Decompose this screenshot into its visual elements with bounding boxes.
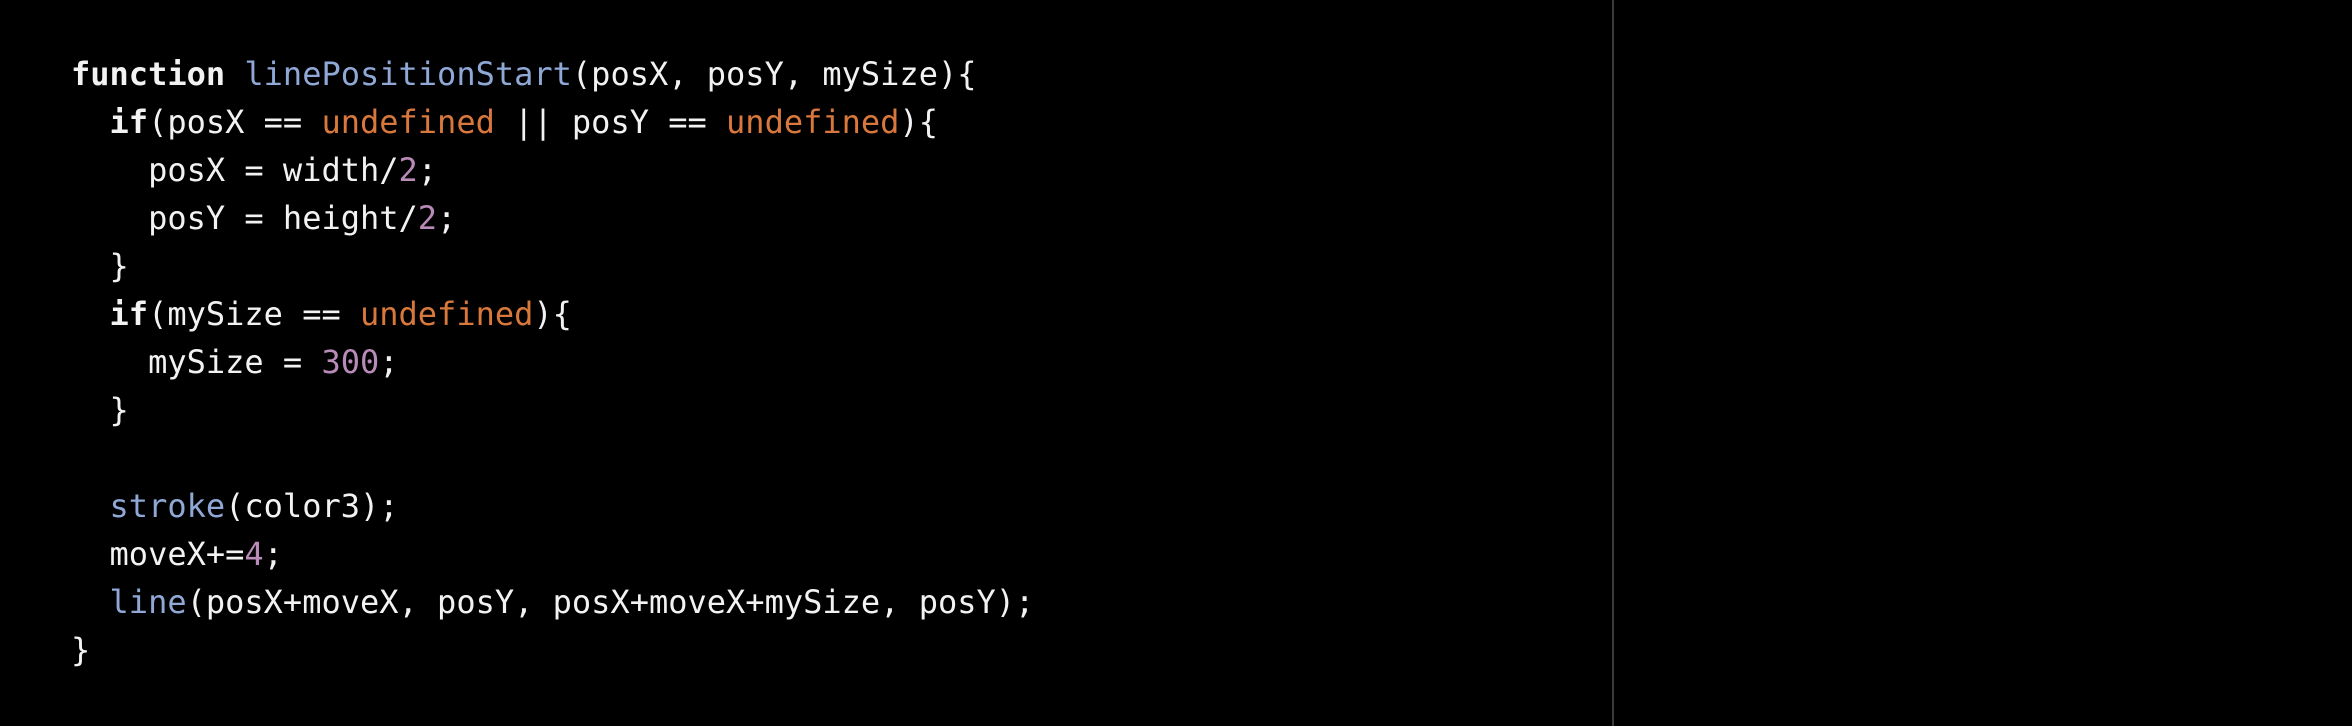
code-token: mySize = bbox=[71, 343, 322, 381]
code-block[interactable]: function linePositionStart(posX, posY, m… bbox=[71, 50, 1612, 674]
number-token: 2 bbox=[398, 151, 418, 189]
code-token: } bbox=[71, 631, 91, 669]
function-token: linePositionStart bbox=[244, 55, 572, 93]
code-line: posY = height/2; bbox=[71, 194, 1612, 242]
code-token: posY = height/ bbox=[71, 199, 418, 237]
code-line: } bbox=[71, 626, 1612, 674]
code-line: moveX+=4; bbox=[71, 530, 1612, 578]
code-token: ; bbox=[437, 199, 457, 237]
code-token: (posX == bbox=[148, 103, 322, 141]
code-token: (color3); bbox=[225, 487, 399, 525]
code-editor[interactable]: function linePositionStart(posX, posY, m… bbox=[0, 0, 1612, 726]
constant-token: undefined bbox=[359, 295, 534, 333]
code-line: posX = width/2; bbox=[71, 146, 1612, 194]
code-line: stroke(color3); bbox=[71, 482, 1612, 530]
keyword-token: function bbox=[71, 55, 226, 93]
number-token: 2 bbox=[417, 199, 438, 237]
code-token: moveX+= bbox=[71, 535, 245, 573]
code-token: (posX, posY, mySize){ bbox=[571, 55, 977, 93]
code-token: (posX+moveX, posY, posX+moveX+mySize, po… bbox=[186, 583, 1035, 621]
code-line: } bbox=[71, 386, 1612, 434]
code-token: } bbox=[71, 391, 129, 429]
code-token: ; bbox=[379, 343, 399, 381]
code-token: || posY == bbox=[494, 103, 727, 141]
function-token: stroke bbox=[109, 487, 226, 525]
preview-pane bbox=[1614, 0, 2352, 726]
constant-token: undefined bbox=[321, 103, 495, 141]
code-line: function linePositionStart(posX, posY, m… bbox=[71, 50, 1612, 98]
code-token: ){ bbox=[899, 103, 938, 141]
code-line: } bbox=[71, 242, 1612, 290]
code-line: if(mySize == undefined){ bbox=[71, 290, 1612, 338]
constant-token: undefined bbox=[726, 103, 900, 141]
code-token: posX = width/ bbox=[71, 151, 399, 189]
code-token: ; bbox=[263, 535, 283, 573]
code-line: line(posX+moveX, posY, posX+moveX+mySize… bbox=[71, 578, 1612, 626]
number-token: 4 bbox=[244, 535, 264, 573]
code-token: ; bbox=[417, 151, 438, 189]
code-token: } bbox=[71, 247, 129, 285]
keyword-token: if bbox=[109, 295, 149, 333]
code-line: if(posX == undefined || posY == undefine… bbox=[71, 98, 1612, 146]
function-token: line bbox=[109, 583, 187, 621]
keyword-token: if bbox=[109, 103, 149, 141]
code-token: (mySize == bbox=[148, 295, 360, 333]
code-line: mySize = 300; bbox=[71, 338, 1612, 386]
code-token: ){ bbox=[533, 295, 572, 333]
number-token: 300 bbox=[321, 343, 380, 381]
